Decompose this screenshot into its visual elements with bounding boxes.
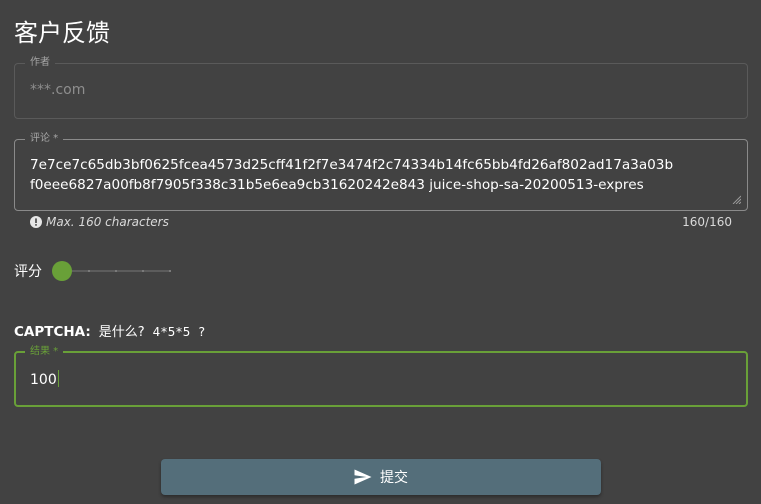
result-field-label: 结果 * [25, 345, 64, 359]
author-field: 作者 ***.com [14, 56, 748, 119]
send-icon [354, 469, 372, 485]
captcha-row: CAPTCHA: 是什么? 4*5*5 ? [14, 322, 205, 342]
comment-hint: Max. 160 characters [46, 215, 169, 229]
result-field-value[interactable]: 100 [30, 370, 59, 390]
slider-thumb[interactable] [52, 261, 72, 281]
captcha-question: 是什么? [98, 325, 145, 340]
comment-hint-row: Max. 160 characters 160/160 [30, 214, 732, 232]
rating-label: 评分 [14, 264, 42, 280]
resize-grip-icon[interactable] [732, 195, 741, 204]
slider-tick [169, 270, 171, 272]
submit-label: 提交 [380, 470, 408, 486]
result-value-text: 100 [30, 372, 57, 388]
slider-tick [88, 270, 90, 272]
submit-button[interactable]: 提交 [161, 459, 601, 495]
page-title: 客户反馈 [14, 19, 110, 47]
slider-tick [142, 270, 144, 272]
comment-text[interactable]: 7e7ce7c65db3bf0625fcea4573d25cff41f2f7e3… [30, 155, 719, 195]
author-field-label: 作者 [25, 56, 55, 70]
captcha-expression: 4*5*5 ? [152, 324, 206, 339]
slider-tick [115, 270, 117, 272]
captcha-label: CAPTCHA: [14, 324, 91, 340]
author-field-value: ***.com [30, 82, 86, 98]
captcha-result-input[interactable]: 结果 * 100 [14, 345, 748, 407]
comment-field-label: 评论 * [25, 132, 64, 146]
character-counter: 160/160 [682, 215, 732, 229]
comment-textarea[interactable]: 评论 * 7e7ce7c65db3bf0625fcea4573d25cff41f… [14, 132, 748, 211]
text-caret [57, 370, 59, 387]
rating-slider[interactable] [52, 260, 172, 282]
customer-feedback-page: 客户反馈 作者 ***.com 评论 * 7e7ce7c65db3bf0625f… [0, 0, 761, 504]
info-icon [30, 216, 42, 228]
